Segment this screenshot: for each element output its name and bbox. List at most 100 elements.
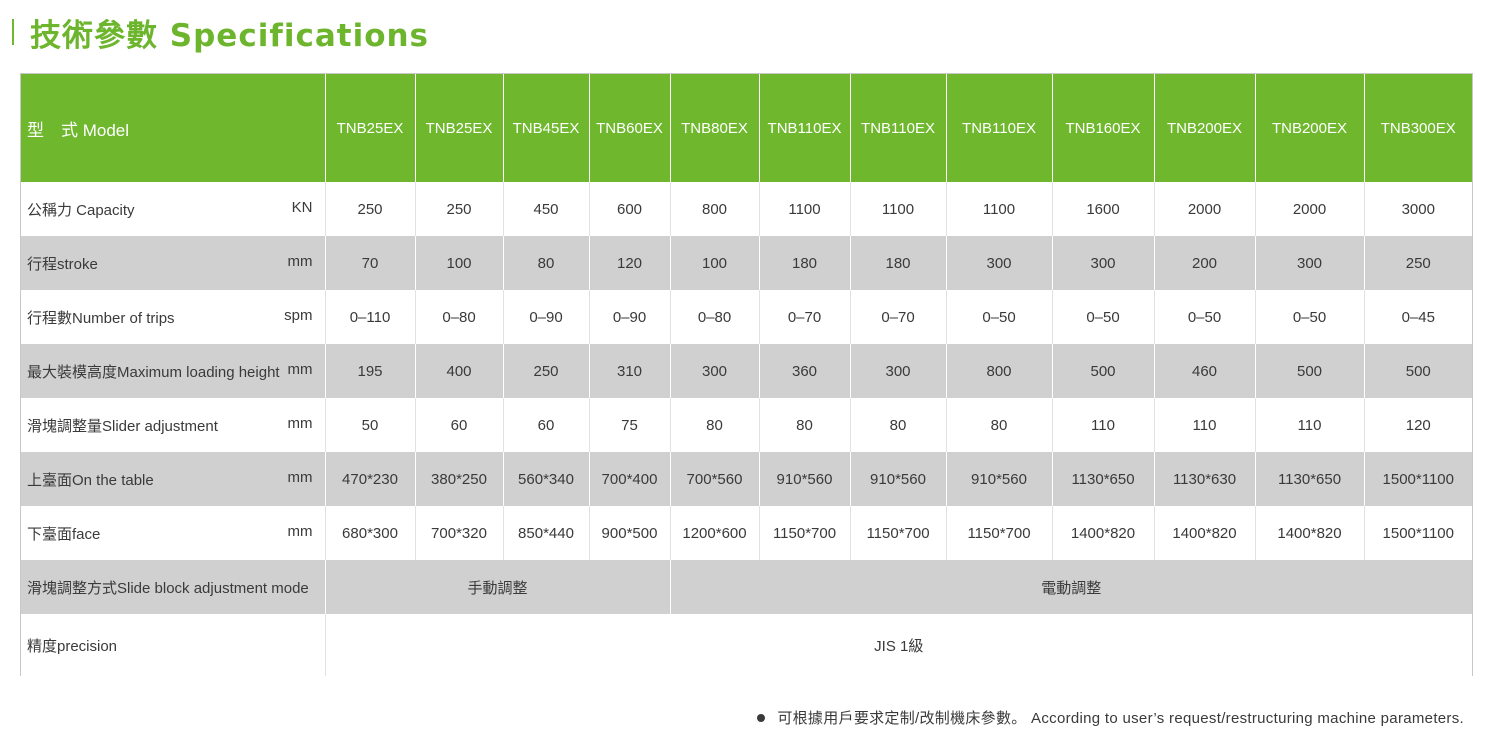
value-cell: 60 — [414, 398, 503, 452]
value-cell: 1100 — [849, 182, 946, 236]
value-cell: 0–110 — [324, 290, 415, 344]
value-cell: 0–50 — [1153, 290, 1255, 344]
value-cell: 200 — [1153, 236, 1255, 290]
model-label: 型 式 Model — [21, 74, 325, 182]
table-row: 下臺面face mm 680*300 700*320 850*440 900*500 120… — [21, 506, 1472, 560]
model-header-cell: TNB45EX — [502, 74, 589, 182]
precision-row: 精度precision JIS 1級 — [21, 614, 1472, 676]
value-cell: 300 — [669, 344, 759, 398]
value-cell: 700*320 — [414, 506, 503, 560]
row-label-cell: 下臺面face mm — [21, 506, 325, 560]
value-cell: 1150*700 — [945, 506, 1052, 560]
value-cell: 1100 — [945, 182, 1052, 236]
value-cell: 460 — [1153, 344, 1255, 398]
value-cell: 910*560 — [945, 452, 1052, 506]
value-cell: 910*560 — [758, 452, 850, 506]
adjust-mode-row: 滑塊調整方式Slide block adjustment mode 手動調整 電動調… — [21, 560, 1472, 614]
model-header-cell: TNB25EX — [414, 74, 503, 182]
value-cell: 250 — [1363, 236, 1472, 290]
model-header-cell: TNB25EX — [324, 74, 415, 182]
row-label-cell: 行程數Number of trips spm — [21, 290, 325, 344]
row-unit: mm — [287, 252, 313, 270]
row-label: 滑塊調整量Slider adjustment — [27, 417, 218, 435]
value-cell: 100 — [414, 236, 503, 290]
table-row: 公稱力 Capacity KN 250 250 450 600 800 1100 1100 110… — [21, 182, 1472, 236]
model-header-cell: TNB80EX — [669, 74, 759, 182]
row-label: 行程數Number of trips — [27, 309, 175, 327]
table-row: 上臺面On the table mm 470*230 380*250 560*340 70… — [21, 452, 1472, 506]
row-label: 最大裝模高度Maximum loading height — [27, 363, 280, 381]
value-cell: 910*560 — [849, 452, 946, 506]
table-header-row: 型 式 Model TNB25EX TNB25EX TNB45EX TNB60EX TN… — [21, 74, 1472, 182]
value-cell: 1400*820 — [1153, 506, 1255, 560]
value-cell: 500 — [1363, 344, 1472, 398]
value-cell: 1130*630 — [1153, 452, 1255, 506]
value-cell: 80 — [502, 236, 589, 290]
adjust-mode-label: 滑塊調整方式Slide block adjustment mode — [21, 560, 325, 614]
value-cell: 1150*700 — [849, 506, 946, 560]
row-label: 行程stroke — [27, 255, 98, 273]
value-cell: 470*230 — [324, 452, 415, 506]
value-cell: 700*400 — [588, 452, 670, 506]
model-header-cell: TNB160EX — [1051, 74, 1154, 182]
value-cell: 300 — [849, 344, 946, 398]
adjust-mode-manual: 手動調整 — [324, 560, 670, 614]
model-header-cell: TNB200EX — [1254, 74, 1364, 182]
value-cell: 300 — [1254, 236, 1364, 290]
row-label: 公稱力 Capacity — [27, 201, 135, 219]
value-cell: 80 — [945, 398, 1052, 452]
value-cell: 1500*1100 — [1363, 506, 1472, 560]
value-cell: 195 — [324, 344, 415, 398]
value-cell: 0–80 — [669, 290, 759, 344]
value-cell: 1100 — [758, 182, 850, 236]
value-cell: 2000 — [1153, 182, 1255, 236]
value-cell: 1500*1100 — [1363, 452, 1472, 506]
value-cell: 1400*820 — [1051, 506, 1154, 560]
value-cell: 450 — [502, 182, 589, 236]
row-label: 下臺面face — [27, 525, 101, 543]
row-unit: mm — [287, 414, 313, 432]
table-row: 行程stroke mm 70 100 80 120 100 180 180 300 300 200 30… — [21, 236, 1472, 290]
bullet-icon — [757, 713, 766, 722]
value-cell: 680*300 — [324, 506, 415, 560]
value-cell: 0–80 — [414, 290, 503, 344]
value-cell: 1400*820 — [1254, 506, 1364, 560]
value-cell: 360 — [758, 344, 850, 398]
model-header-cell: TNB200EX — [1153, 74, 1255, 182]
value-cell: 120 — [588, 236, 670, 290]
value-cell: 80 — [758, 398, 850, 452]
row-unit: spm — [284, 306, 313, 324]
value-cell: 60 — [502, 398, 589, 452]
value-cell: 120 — [1363, 398, 1472, 452]
value-cell: 560*340 — [502, 452, 589, 506]
precision-label: 精度precision — [21, 614, 325, 676]
row-unit: mm — [287, 522, 313, 540]
table-row: 滑塊調整量Slider adjustment mm 50 60 60 75 80 80 80 80… — [21, 398, 1472, 452]
value-cell: 300 — [1051, 236, 1154, 290]
value-cell: 0–90 — [588, 290, 670, 344]
value-cell: 2000 — [1254, 182, 1364, 236]
row-label-cell: 滑塊調整量Slider adjustment mm — [21, 398, 325, 452]
value-cell: 310 — [588, 344, 670, 398]
value-cell: 900*500 — [588, 506, 670, 560]
model-header-cell: TNB110EX — [945, 74, 1052, 182]
table-row: 行程數Number of trips spm 0–110 0–80 0–90 0–90 0–… — [21, 290, 1472, 344]
value-cell: 0–50 — [945, 290, 1052, 344]
value-cell: 380*250 — [414, 452, 503, 506]
value-cell: 400 — [414, 344, 503, 398]
value-cell: 1200*600 — [669, 506, 759, 560]
value-cell: 250 — [414, 182, 503, 236]
row-unit: KN — [291, 198, 313, 216]
page-title: 技術參數 Specifications — [30, 17, 430, 54]
row-label-cell: 最大裝模高度Maximum loading height mm — [21, 344, 325, 398]
row-label-cell: 行程stroke mm — [21, 236, 325, 290]
value-cell: 0–50 — [1051, 290, 1154, 344]
value-cell: 850*440 — [502, 506, 589, 560]
heading-accent-bar — [12, 19, 14, 45]
model-header-cell: TNB300EX — [1363, 74, 1472, 182]
adjust-mode-electric: 電動調整 — [669, 560, 1472, 614]
row-label: 上臺面On the table — [27, 471, 154, 489]
value-cell: 110 — [1051, 398, 1154, 452]
value-cell: 1130*650 — [1051, 452, 1154, 506]
value-cell: 0–50 — [1254, 290, 1364, 344]
